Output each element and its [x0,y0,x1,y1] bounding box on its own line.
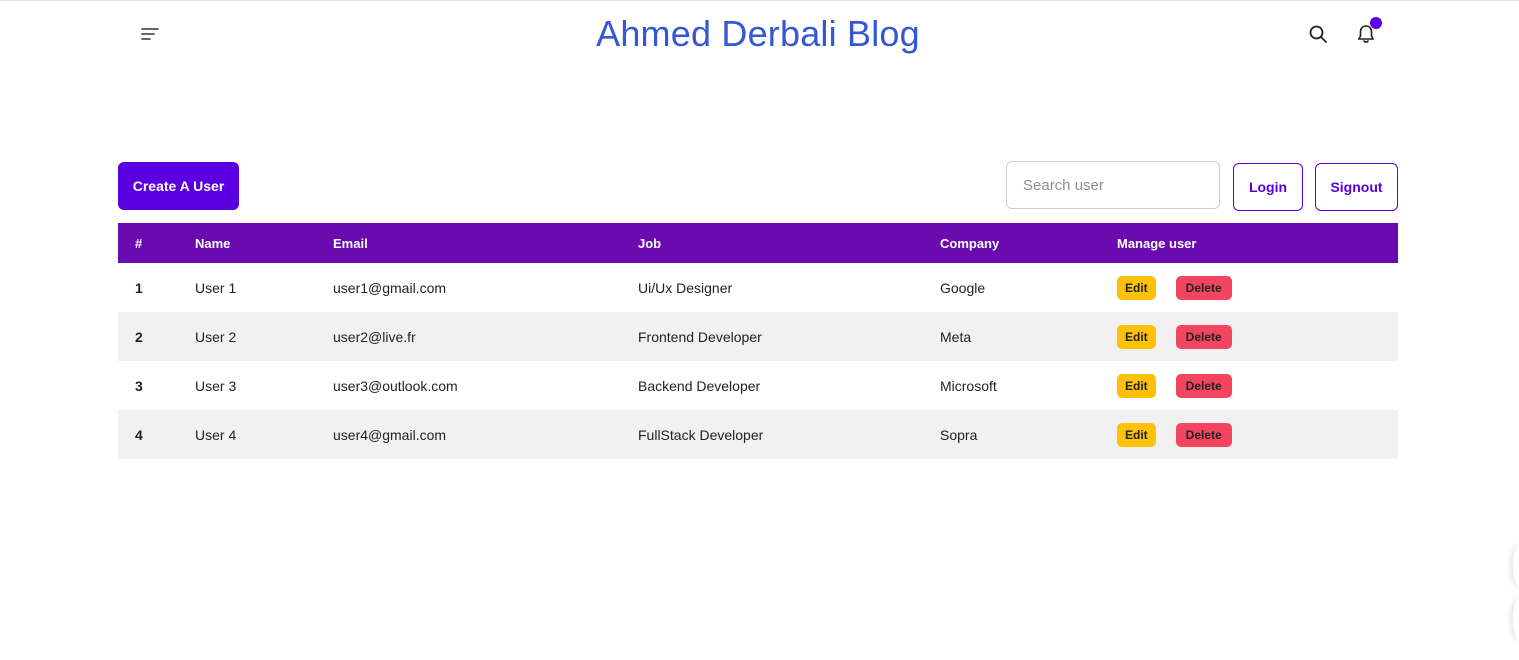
login-button[interactable]: Login [1233,163,1303,211]
table-row: 3 User 3 user3@outlook.com Backend Devel… [118,361,1398,410]
user-email: user3@outlook.com [333,377,458,394]
delete-button[interactable]: Delete [1175,275,1232,300]
column-header-job: Job [638,235,662,251]
row-number: 1 [135,279,143,296]
table-row: 1 User 1 user1@gmail.com Ui/Ux Designer … [118,263,1398,312]
manage-cell: Edit Delete [1117,263,1398,312]
column-header-company: Company [940,235,1000,251]
user-name: User 4 [195,426,237,443]
user-email: user2@live.fr [333,328,416,345]
edit-button[interactable]: Edit [1117,422,1156,447]
column-header-number: # [135,235,143,251]
user-name: User 3 [195,377,237,394]
table-row: 2 User 2 user2@live.fr Frontend Develope… [118,312,1398,361]
table-header-row: # Name Email Job Company Manage user [118,223,1398,263]
edit-button[interactable]: Edit [1117,324,1156,349]
row-number: 3 [135,377,143,394]
search-icon[interactable] [1308,24,1328,44]
edge-widget [1513,599,1519,639]
edit-button[interactable]: Edit [1117,373,1156,398]
notification-badge [1370,17,1382,29]
user-company: Google [940,279,986,296]
user-job: Frontend Developer [638,328,762,345]
user-job: FullStack Developer [638,426,764,443]
users-table: # Name Email Job Company Manage user 1 U… [118,223,1398,459]
edge-widget [1513,546,1519,586]
user-company: Microsoft [940,377,997,394]
user-company: Meta [940,328,972,345]
site-title[interactable]: Ahmed Derbali Blog [0,13,1516,55]
user-name: User 2 [195,328,237,345]
edit-button[interactable]: Edit [1117,275,1156,300]
user-job: Backend Developer [638,377,761,394]
signout-button[interactable]: Signout [1315,163,1398,211]
user-email: user1@gmail.com [333,279,447,296]
column-header-email: Email [333,235,368,251]
manage-cell: Edit Delete [1117,361,1398,410]
page: Ahmed Derbali Blog Create A User Login S… [0,0,1519,660]
column-header-manage: Manage user [1117,235,1197,251]
delete-button[interactable]: Delete [1175,373,1232,398]
manage-cell: Edit Delete [1117,410,1398,459]
delete-button[interactable]: Delete [1175,422,1232,447]
user-email: user4@gmail.com [333,426,447,443]
user-company: Sopra [940,426,978,443]
row-number: 4 [135,426,143,443]
user-name: User 1 [195,279,237,296]
row-number: 2 [135,328,143,345]
delete-button[interactable]: Delete [1175,324,1232,349]
create-user-button[interactable]: Create A User [118,162,239,210]
table-row: 4 User 4 user4@gmail.com FullStack Devel… [118,410,1398,459]
column-header-name: Name [195,235,231,251]
manage-cell: Edit Delete [1117,312,1398,361]
user-job: Ui/Ux Designer [638,279,733,296]
search-input[interactable] [1006,161,1220,209]
